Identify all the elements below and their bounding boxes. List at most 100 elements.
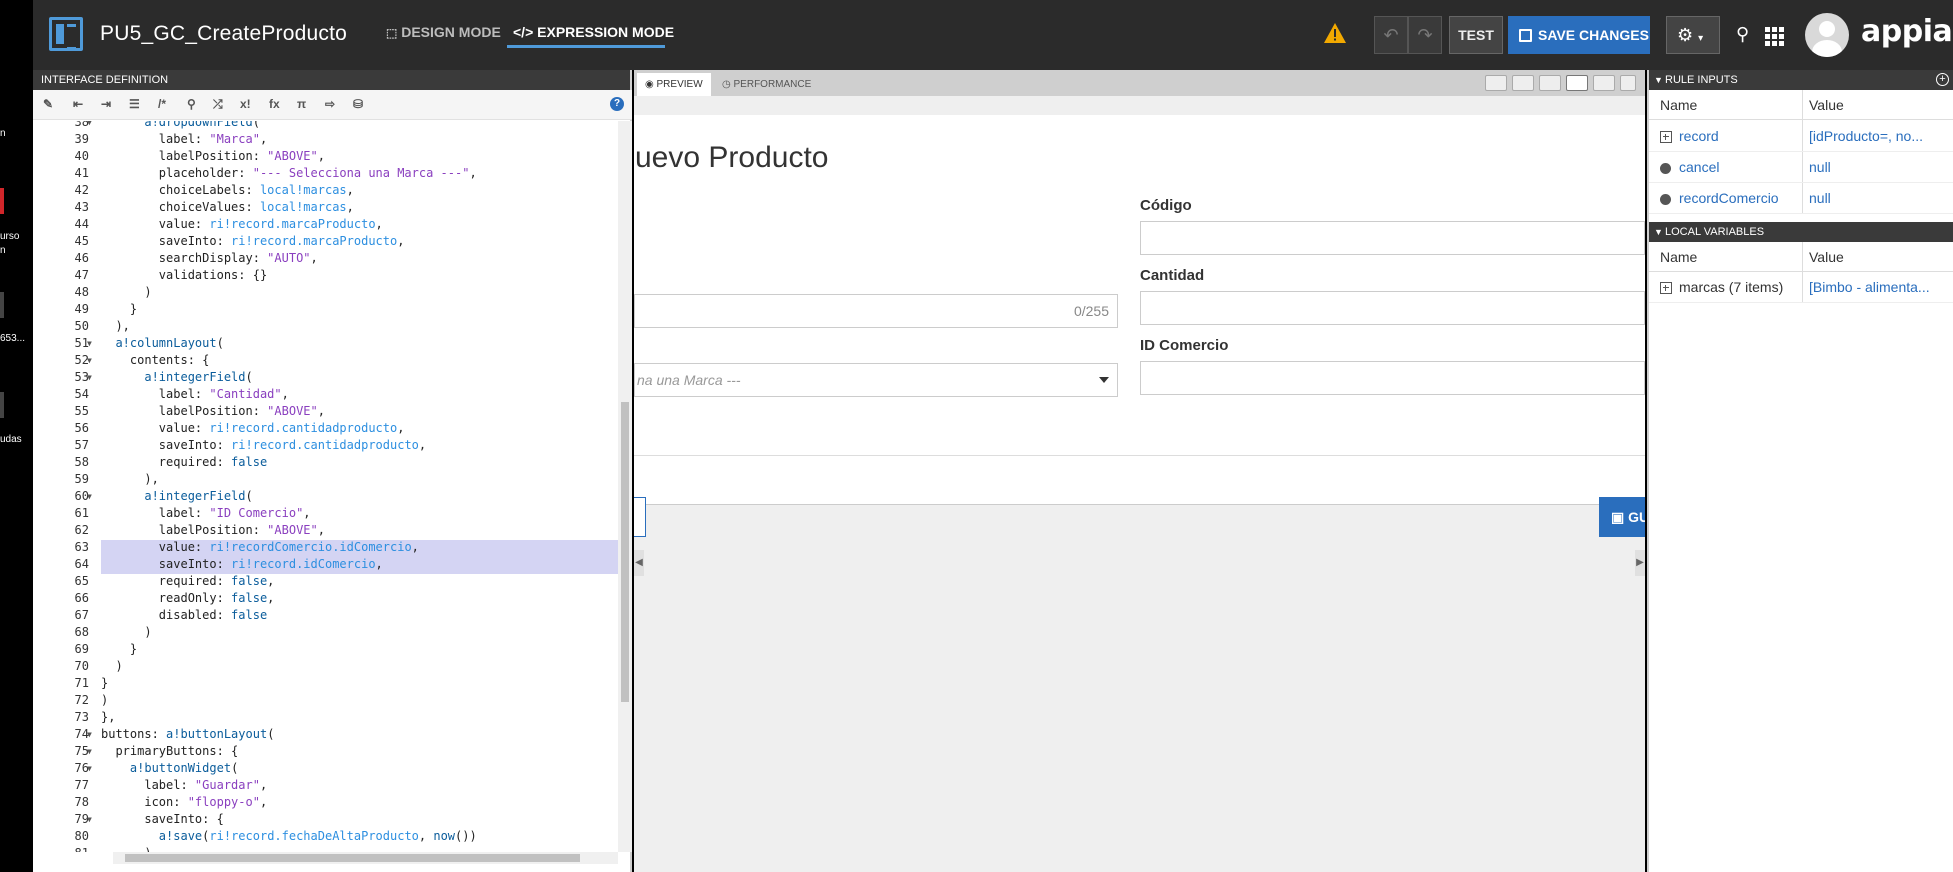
rule-input-value[interactable]: null	[1809, 190, 1949, 206]
code-line[interactable]: 60 ▼ a!integerField(	[33, 489, 618, 506]
app-grid-icon[interactable]	[1765, 27, 1785, 47]
code-line[interactable]: 79 ▼ saveInto: {	[33, 812, 618, 829]
code-text[interactable]: label: "Guardar",	[101, 778, 267, 792]
code-text[interactable]: },	[101, 710, 115, 724]
scrollbar-thumb[interactable]	[621, 402, 629, 702]
code-text[interactable]: disabled: false	[101, 608, 267, 622]
monitor-wide-icon[interactable]	[1512, 75, 1534, 91]
code-text[interactable]: choiceLabels: local!marcas,	[101, 183, 354, 197]
comment-icon[interactable]: /*	[158, 97, 166, 111]
code-line[interactable]: 58 required: false	[33, 455, 618, 472]
redo-button[interactable]: ↷	[1408, 16, 1442, 54]
expand-icon[interactable]	[1660, 282, 1672, 294]
rule-input-value[interactable]: [idProducto=, no...	[1809, 128, 1949, 144]
rule-input-name[interactable]: record	[1679, 128, 1719, 144]
secondary-button[interactable]	[634, 497, 646, 537]
code-line[interactable]: 75 ▼ primaryButtons: {	[33, 744, 618, 761]
tab-preview[interactable]: ◉ PREVIEW	[637, 73, 711, 96]
code-text[interactable]: }	[101, 642, 137, 656]
rule-input-row[interactable]: record [idProducto=, no...	[1649, 121, 1953, 152]
code-text[interactable]: saveInto: {	[101, 812, 223, 826]
desktop-icon[interactable]	[1566, 75, 1588, 91]
code-text[interactable]: searchDisplay: "AUTO",	[101, 251, 318, 265]
test-button[interactable]: TEST	[1449, 16, 1503, 54]
code-line[interactable]: 57 saveInto: ri!record.cantidadproducto,	[33, 438, 618, 455]
code-line[interactable]: 55 labelPosition: "ABOVE",	[33, 404, 618, 421]
add-rule-input-icon[interactable]: +	[1936, 73, 1949, 86]
undo-button[interactable]: ↶	[1374, 16, 1408, 54]
local-variable-row[interactable]: marcas (7 items) [Bimbo - alimenta...	[1649, 272, 1953, 303]
code-text[interactable]: icon: "floppy-o",	[101, 795, 267, 809]
rule-input-row[interactable]: cancel null	[1649, 152, 1953, 183]
code-line[interactable]: 77 label: "Guardar",	[33, 778, 618, 795]
code-editor[interactable]: 38 ▼ a!dropdownField(39 label: "Marca", 40…	[33, 121, 618, 852]
code-text[interactable]: a!integerField(	[101, 370, 252, 384]
fold-toggle-icon[interactable]: ▼	[87, 121, 92, 127]
code-text[interactable]: ),	[101, 472, 158, 486]
code-line[interactable]: 46 searchDisplay: "AUTO",	[33, 251, 618, 268]
code-text[interactable]: )	[101, 659, 122, 673]
code-text[interactable]: }	[101, 302, 137, 316]
code-text[interactable]: label: "Marca",	[101, 132, 267, 146]
code-line[interactable]: 49 }	[33, 302, 618, 319]
fold-toggle-icon[interactable]: ▼	[87, 764, 92, 773]
code-line[interactable]: 56 value: ri!record.cantidadproducto,	[33, 421, 618, 438]
code-line[interactable]: 42 choiceLabels: local!marcas,	[33, 183, 618, 200]
rule-input-name[interactable]: cancel	[1679, 159, 1719, 175]
code-line[interactable]: 67 disabled: false	[33, 608, 618, 625]
export-icon[interactable]: ⇨	[325, 97, 335, 111]
desktop-file-icon[interactable]	[0, 392, 4, 418]
code-text[interactable]: a!dropdownField(	[101, 121, 260, 129]
rule-input-value[interactable]: null	[1809, 159, 1949, 175]
fold-toggle-icon[interactable]: ▼	[87, 373, 92, 382]
fold-toggle-icon[interactable]: ▼	[87, 339, 92, 348]
guardar-button[interactable]: ▣ GU	[1599, 497, 1645, 537]
fold-toggle-icon[interactable]: ▼	[87, 730, 92, 739]
scrollbar-thumb[interactable]	[125, 854, 580, 862]
code-text[interactable]: readOnly: false,	[101, 591, 275, 605]
code-text[interactable]: buttons: a!buttonLayout(	[101, 727, 274, 741]
expand-icon[interactable]	[1660, 131, 1672, 143]
collapse-left-icon[interactable]: ◀	[634, 550, 644, 576]
code-line[interactable]: 74 ▼ buttons: a!buttonLayout(	[33, 727, 618, 744]
code-text[interactable]: labelPosition: "ABOVE",	[101, 404, 325, 418]
code-line[interactable]: 78 icon: "floppy-o",	[33, 795, 618, 812]
code-text[interactable]: )	[101, 693, 108, 707]
code-text[interactable]: label: "ID Comercio",	[101, 506, 311, 520]
user-avatar[interactable]	[1805, 13, 1849, 57]
search-icon[interactable]: ⚲	[187, 97, 196, 111]
local-variable-value[interactable]: [Bimbo - alimenta...	[1809, 279, 1949, 295]
code-line[interactable]: 72)	[33, 693, 618, 710]
code-text[interactable]: primaryButtons: {	[101, 744, 238, 758]
fold-toggle-icon[interactable]: ▼	[87, 492, 92, 501]
code-line[interactable]: 43 choiceValues: local!marcas,	[33, 200, 618, 217]
code-line[interactable]: 80 a!save(ri!record.fechaDeAltaProducto,…	[33, 829, 618, 846]
code-text[interactable]: )	[101, 285, 151, 299]
code-text[interactable]: labelPosition: "ABOVE",	[101, 149, 325, 163]
marca-dropdown[interactable]: na una Marca ---	[634, 363, 1118, 397]
constant-icon[interactable]: π	[297, 97, 306, 111]
local-variable-name[interactable]: marcas (7 items)	[1679, 279, 1783, 295]
code-line[interactable]: 41 placeholder: "--- Selecciona una Marc…	[33, 166, 618, 183]
nombre-input[interactable]: 0/255	[634, 294, 1118, 328]
database-icon[interactable]: ⛁	[353, 97, 363, 111]
code-line[interactable]: 45 saveInto: ri!record.marcaProducto,	[33, 234, 618, 251]
help-icon[interactable]: ?	[610, 97, 624, 111]
code-text[interactable]: a!columnLayout(	[101, 336, 223, 350]
monitor-icon[interactable]	[1539, 75, 1561, 91]
code-text[interactable]: ),	[101, 319, 129, 333]
code-line[interactable]: 47 validations: {}	[33, 268, 618, 285]
tablet-icon[interactable]	[1593, 75, 1615, 91]
code-line[interactable]: 66 readOnly: false,	[33, 591, 618, 608]
search-objects-icon[interactable]: ⚲	[1736, 24, 1749, 45]
code-line[interactable]: 73},	[33, 710, 618, 727]
code-line[interactable]: 53 ▼ a!integerField(	[33, 370, 618, 387]
rule-icon[interactable]: x!	[240, 97, 251, 111]
code-text[interactable]: value: ri!record.cantidadproducto,	[101, 421, 405, 435]
code-text[interactable]: contents: {	[101, 353, 209, 367]
cantidad-input[interactable]	[1140, 291, 1645, 325]
code-line[interactable]: 50 ),	[33, 319, 618, 336]
id-comercio-input[interactable]	[1140, 361, 1645, 395]
code-line[interactable]: 61 label: "ID Comercio",	[33, 506, 618, 523]
code-text[interactable]: required: false	[101, 455, 267, 469]
